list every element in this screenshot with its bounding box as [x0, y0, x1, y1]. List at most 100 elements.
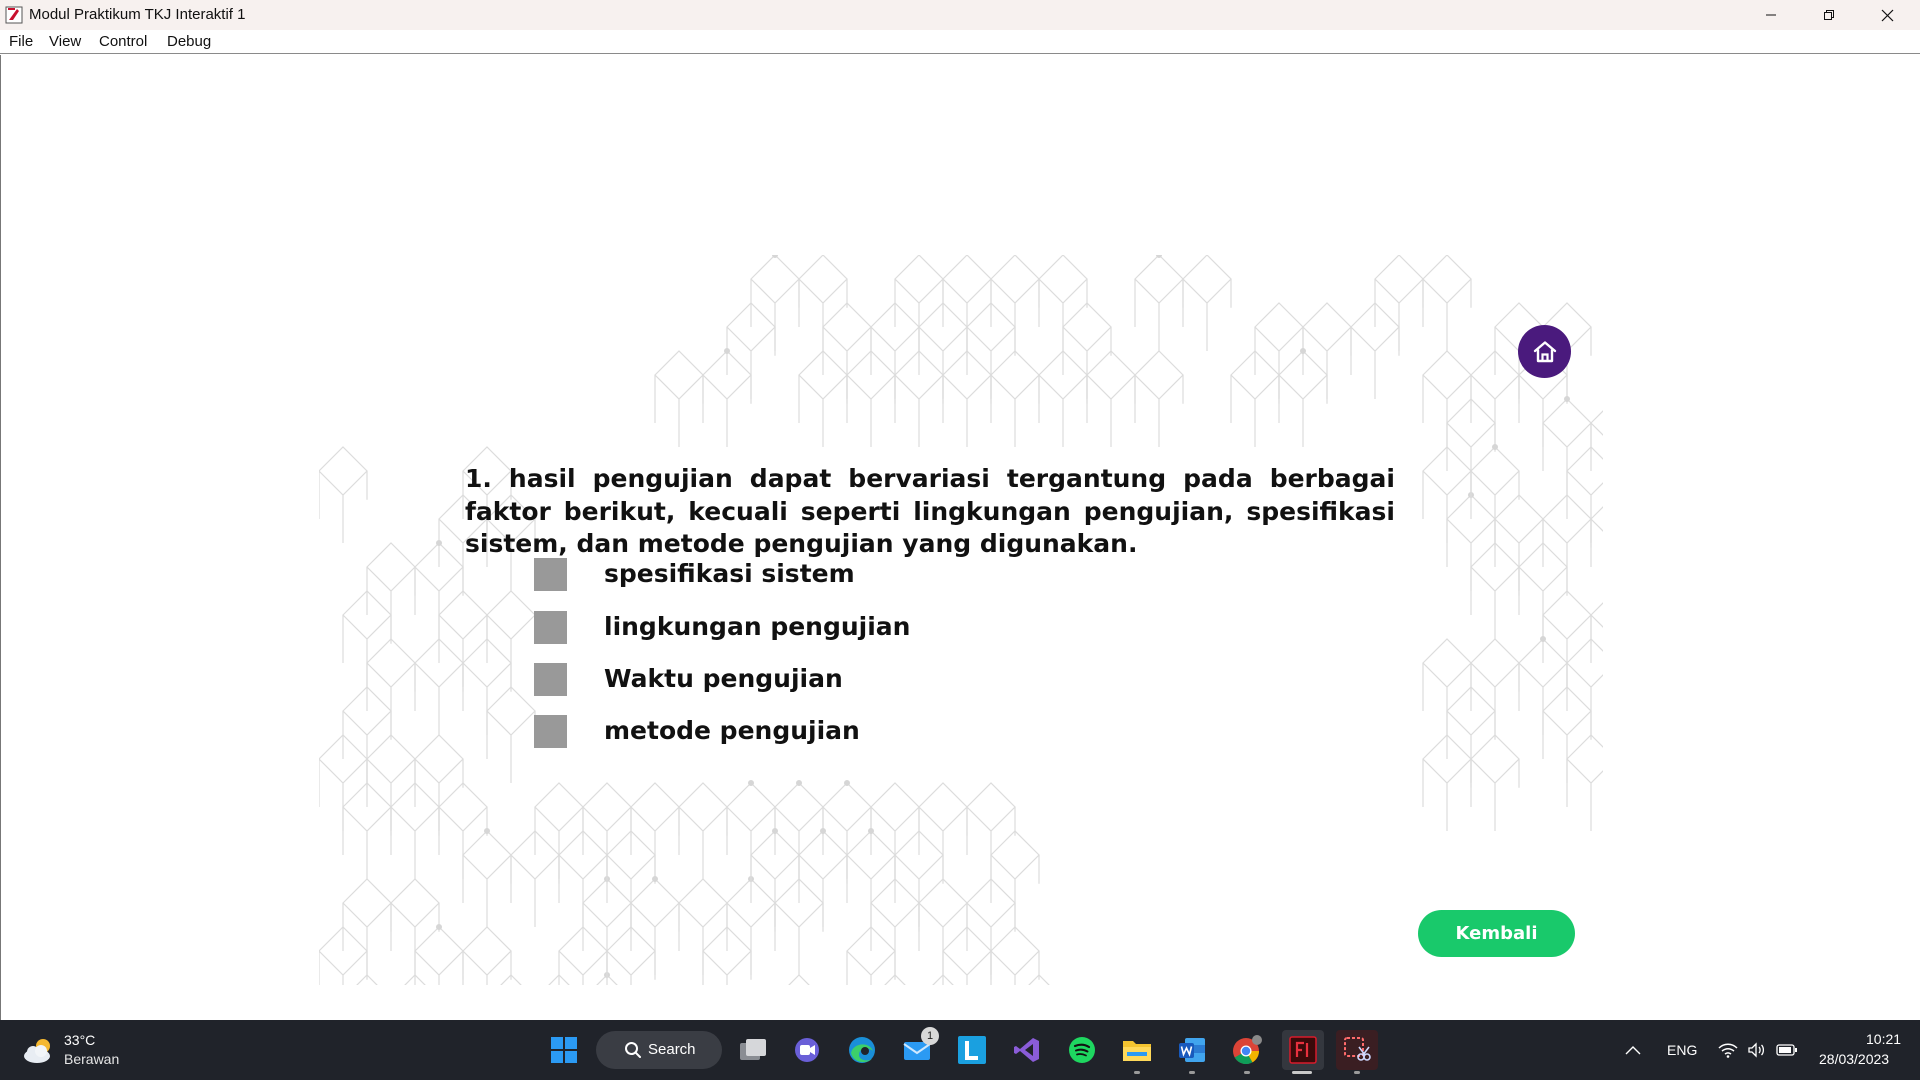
battery-icon	[1776, 1044, 1797, 1056]
pattern-node-dot	[844, 780, 850, 786]
word-icon	[1179, 1038, 1205, 1062]
home-button[interactable]	[1518, 325, 1571, 378]
search-icon	[625, 1042, 641, 1058]
option-b-label: lingkungan pengujian	[604, 612, 911, 641]
menu-file[interactable]: File	[9, 33, 33, 50]
pattern-cube-outline	[990, 255, 1040, 351]
menu-control[interactable]: Control	[99, 33, 147, 50]
teams-chat-button[interactable]	[787, 1030, 827, 1070]
pattern-cube-outline	[366, 542, 416, 639]
l-app-icon	[958, 1036, 986, 1064]
option-d-label: metode pengujian	[604, 716, 860, 745]
restore-icon	[1824, 10, 1834, 20]
battery-button[interactable]	[1773, 1030, 1801, 1070]
taskbar-search[interactable]: Search	[596, 1031, 722, 1069]
flash-player-taskbar-button[interactable]	[1282, 1030, 1324, 1070]
pattern-node-dot	[1300, 348, 1306, 354]
snipping-tool-icon	[1344, 1037, 1371, 1061]
task-view-icon	[740, 1039, 766, 1060]
option-c-checkbox[interactable]	[534, 662, 567, 696]
visual-studio-icon	[1014, 1038, 1039, 1062]
chevron-up-icon	[1625, 1046, 1641, 1055]
pattern-node-dot	[748, 780, 754, 786]
pattern-cube-outline	[462, 926, 512, 985]
hexagon-pattern-background	[319, 255, 1603, 985]
pattern-cube-outline	[1182, 255, 1232, 351]
menu-debug[interactable]: Debug	[167, 33, 211, 50]
clock-time[interactable]: 10:21	[1866, 1031, 1901, 1047]
visual-studio-button[interactable]	[1007, 1030, 1047, 1070]
edge-button[interactable]	[842, 1030, 882, 1070]
window-title: Modul Praktikum TKJ Interaktif 1	[29, 6, 246, 23]
pattern-node-dot	[436, 540, 442, 546]
pattern-cube-outline	[1470, 638, 1520, 735]
clock-date[interactable]: 28/03/2023	[1819, 1051, 1889, 1067]
chrome-icon	[1233, 1035, 1262, 1065]
teams-chat-icon	[795, 1038, 819, 1062]
option-c-label: Waktu pengujian	[604, 664, 843, 693]
start-button[interactable]	[544, 1030, 584, 1070]
pattern-cube-outline	[1566, 734, 1603, 831]
spotify-icon	[1069, 1037, 1095, 1063]
kembali-button[interactable]: Kembali	[1418, 910, 1575, 957]
option-a[interactable]: spesifikasi sistem	[534, 557, 855, 591]
word-button[interactable]	[1172, 1030, 1212, 1070]
flash-player-icon	[5, 6, 23, 24]
option-d-checkbox[interactable]	[534, 714, 567, 748]
spotify-button[interactable]	[1062, 1030, 1102, 1070]
mail-button[interactable]: 1	[897, 1027, 939, 1070]
pattern-cube-outline	[654, 350, 704, 447]
pattern-cube-outline	[319, 446, 368, 543]
pattern-cube-outline	[1566, 638, 1603, 735]
close-button[interactable]	[1858, 0, 1916, 30]
pattern-cube-outline	[1422, 255, 1472, 351]
file-explorer-button[interactable]	[1117, 1030, 1157, 1070]
wifi-button[interactable]	[1715, 1030, 1741, 1070]
pattern-node-dot	[1564, 396, 1570, 402]
option-a-checkbox[interactable]	[534, 557, 567, 591]
chrome-button[interactable]	[1227, 1030, 1267, 1070]
snipping-running-indicator	[1354, 1071, 1360, 1074]
windows-icon	[551, 1037, 577, 1063]
pattern-node-dot	[484, 828, 490, 834]
option-a-label: spesifikasi sistem	[604, 559, 855, 588]
flash-stage: 1. hasil pengujian dapat bervariasi terg…	[0, 55, 1920, 1020]
option-b-checkbox[interactable]	[534, 610, 567, 644]
flash-icon	[1289, 1036, 1317, 1064]
pattern-node-dot	[820, 828, 826, 834]
search-label: Search	[648, 1041, 696, 1058]
language-indicator[interactable]: ENG	[1667, 1042, 1697, 1058]
pattern-cube-outline	[1086, 350, 1136, 447]
pattern-node-dot	[652, 876, 658, 882]
pattern-cube-outline	[678, 782, 728, 879]
option-b[interactable]: lingkungan pengujian	[534, 610, 910, 644]
pattern-cube-outline	[486, 686, 536, 783]
restore-button[interactable]	[1800, 0, 1858, 30]
close-icon	[1881, 9, 1893, 21]
pattern-node-dot	[1540, 636, 1546, 642]
option-c[interactable]: Waktu pengujian	[534, 662, 843, 696]
snipping-tool-button[interactable]	[1336, 1030, 1378, 1070]
menu-bar: File View Control Debug	[0, 30, 1920, 54]
weather-condition: Berawan	[64, 1051, 120, 1067]
pattern-node-dot	[772, 828, 778, 834]
folder-icon	[1123, 1041, 1151, 1061]
pattern-cube-outline	[788, 974, 810, 985]
weather-widget[interactable]: 33°C Berawan	[22, 1030, 162, 1070]
show-hidden-icons-button[interactable]	[1618, 1030, 1648, 1070]
menu-view[interactable]: View	[49, 33, 81, 50]
pattern-cube-outline	[990, 830, 1040, 927]
task-view-button[interactable]	[733, 1030, 773, 1070]
explorer-running-indicator	[1134, 1071, 1140, 1074]
pattern-cube-outline	[990, 350, 1040, 447]
pattern-node-dot	[436, 924, 442, 930]
l-app-button[interactable]	[952, 1030, 992, 1070]
title-bar: Modul Praktikum TKJ Interaktif 1	[0, 0, 1920, 30]
word-running-indicator	[1189, 1071, 1195, 1074]
minimize-button[interactable]	[1742, 0, 1800, 30]
minimize-icon	[1766, 14, 1776, 16]
pattern-cube-outline	[414, 926, 464, 985]
volume-button[interactable]	[1744, 1030, 1770, 1070]
home-icon	[1533, 340, 1556, 362]
option-d[interactable]: metode pengujian	[534, 714, 860, 748]
